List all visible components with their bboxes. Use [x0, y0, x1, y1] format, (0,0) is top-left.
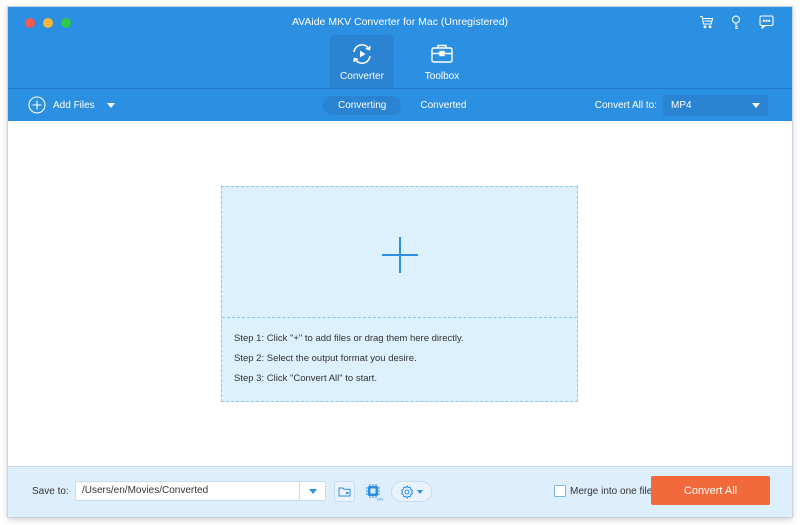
chat-icon[interactable]: [758, 14, 774, 30]
chevron-down-icon: [308, 488, 317, 494]
merge-checkbox[interactable]: Merge into one file: [554, 485, 652, 497]
add-files-button[interactable]: Add Files: [28, 96, 115, 114]
step-1: Step 1: Click "+" to add files or drag t…: [234, 333, 464, 344]
step-2: Step 2: Select the output format you des…: [234, 353, 417, 364]
convert-all-button[interactable]: Convert All: [651, 476, 770, 505]
top-icons: [698, 14, 774, 30]
toolbox-icon: [431, 44, 453, 63]
hardware-acceleration-button[interactable]: ON: [363, 481, 384, 502]
add-circle-icon: [28, 96, 46, 114]
title-bar: AVAide MKV Converter for Mac (Unregister…: [8, 7, 792, 88]
footer-bar: Save to: /Users/en/Movies/Converted ON M…: [8, 466, 792, 517]
converter-icon: [353, 44, 371, 64]
save-path-field[interactable]: /Users/en/Movies/Converted: [75, 481, 326, 501]
tab-converter[interactable]: Converter: [330, 35, 394, 88]
cart-icon[interactable]: [698, 14, 714, 30]
tab-converted[interactable]: Converted: [405, 96, 481, 115]
convert-all-to: Convert All to: MP4: [595, 95, 768, 116]
merge-label: Merge into one file: [570, 485, 653, 497]
instructions: Step 1: Click "+" to add files or drag t…: [234, 333, 464, 393]
tab-toolbox[interactable]: Toolbox: [410, 35, 474, 88]
save-path-dropdown[interactable]: [299, 482, 325, 500]
add-file-area[interactable]: [222, 187, 577, 318]
checkbox-icon[interactable]: [554, 485, 566, 497]
gear-icon: [400, 484, 414, 499]
save-to-label: Save to:: [32, 486, 69, 497]
key-icon[interactable]: [728, 14, 744, 30]
main-nav: Converter Toolbox: [330, 35, 474, 88]
tab-toolbox-label: Toolbox: [424, 71, 460, 82]
tab-converting[interactable]: Converting: [323, 96, 402, 115]
hw-on-badge: ON: [377, 496, 383, 501]
save-path-value[interactable]: /Users/en/Movies/Converted: [76, 482, 299, 500]
chevron-down-icon: [752, 103, 760, 108]
window-title: AVAide MKV Converter for Mac (Unregister…: [291, 16, 509, 28]
add-files-label: Add Files: [53, 99, 95, 111]
tab-converter-label: Converter: [340, 71, 384, 82]
settings-button[interactable]: [391, 481, 432, 502]
folder-icon: [338, 487, 351, 497]
open-folder-button[interactable]: [334, 481, 355, 502]
file-drop-zone[interactable]: Step 1: Click "+" to add files or drag t…: [221, 186, 578, 402]
plus-icon-vertical: [399, 237, 401, 273]
output-format-value: MP4: [671, 100, 692, 111]
convert-all-to-label: Convert All to:: [594, 100, 657, 111]
toolbar: Add Files Converting Converted Convert A…: [8, 88, 792, 121]
step-3: Step 3: Click "Convert All" to start.: [234, 373, 377, 384]
output-format-select[interactable]: MP4: [663, 95, 768, 116]
app-window: AVAide MKV Converter for Mac (Unregister…: [7, 6, 793, 518]
cpu-icon: ON: [365, 483, 383, 501]
chevron-down-icon: [417, 489, 423, 494]
conversion-tabs: Converting Converted: [323, 96, 482, 115]
add-files-dropdown-icon[interactable]: [106, 102, 115, 108]
